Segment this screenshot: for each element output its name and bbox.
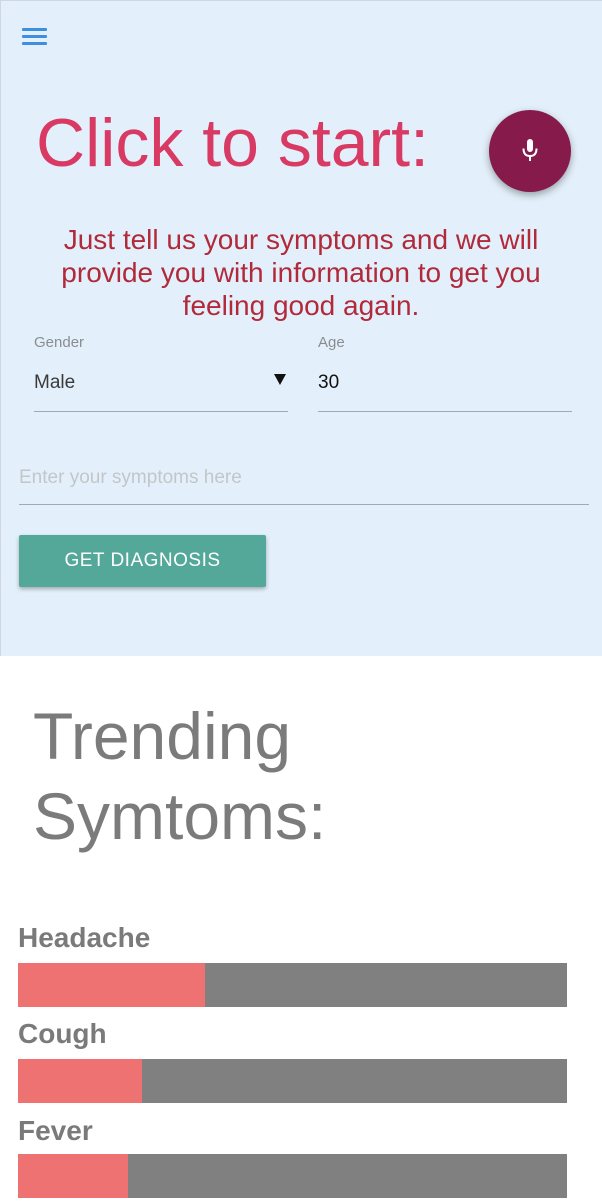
microphone-icon [522,139,538,161]
page: Click to start: Just tell us your sympto… [0,0,602,1204]
tagline: Just tell us your symptoms and we will p… [61,224,541,321]
microphone-button[interactable] [489,110,571,192]
age-label: Age [318,334,345,351]
dropdown-arrow-icon [274,374,286,385]
gender-value: Male [34,372,76,393]
symptom-bar-headache [18,963,567,1007]
symptom-bar-fill [18,963,205,1007]
symptom-bar-fill [18,1059,142,1103]
symptom-label-fever: Fever [18,1115,93,1146]
age-input[interactable]: Age 30 [318,334,572,412]
symptom-label-headache: Headache [18,922,151,953]
hamburger-menu-icon[interactable] [21,25,49,47]
headline: Click to start: [36,105,429,181]
gender-select[interactable]: Gender Male [34,334,288,412]
symptoms-input[interactable] [19,451,589,505]
get-diagnosis-button[interactable]: GET DIAGNOSIS [19,535,266,587]
trending-title: Trending Symtoms: [33,699,327,853]
symptom-checker-panel: Click to start: Just tell us your sympto… [0,0,602,656]
symptom-label-cough: Cough [18,1018,107,1049]
age-value: 30 [318,372,340,393]
symptom-bar-fill [18,1154,128,1198]
symptom-bar-fever [18,1154,567,1198]
symptom-bar-cough [18,1059,567,1103]
gender-label: Gender [34,334,85,351]
